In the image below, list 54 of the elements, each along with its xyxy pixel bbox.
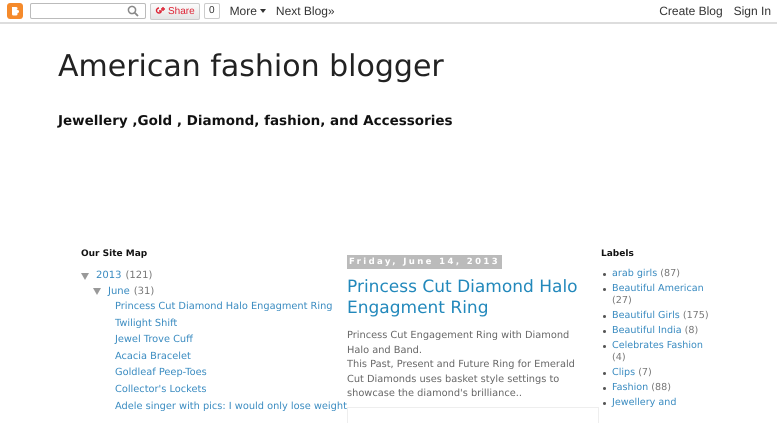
label-count: (8) (684, 325, 698, 336)
bullet-icon (603, 345, 606, 348)
post-link[interactable]: Goldleaf Peep-Toes (105, 365, 347, 382)
label-count: (7) (638, 367, 652, 378)
post-link[interactable]: Jewel Trove Cuff (105, 332, 347, 349)
label-count: (175) (682, 310, 709, 321)
search-icon[interactable] (127, 5, 139, 17)
label-count: (87) (660, 268, 680, 279)
blog-title[interactable]: American fashion blogger (58, 49, 777, 84)
post-text: Princess Cut Engagement Ring with Diamond Halo and Band. (347, 329, 570, 358)
bullet-icon (603, 402, 606, 405)
post-count: (31) (134, 286, 154, 297)
post-text: This Past, Present and Future Ring for Emerald Cut Diamonds uses basket style settings to showcase the diamond's brilliance.. (347, 358, 576, 401)
post-link[interactable]: Twilight Shift (105, 316, 347, 332)
bullet-icon (603, 273, 606, 276)
label-link[interactable]: Clips (612, 367, 636, 378)
create-blog-link[interactable]: Create Blog (659, 4, 723, 18)
label-link[interactable]: Beautiful India (612, 325, 682, 336)
post-link[interactable]: Collector's Lockets (105, 382, 347, 399)
share-button[interactable]: Share (150, 2, 200, 20)
expanded-arrow-icon[interactable] (81, 272, 89, 280)
label-link[interactable]: Beautiful Girls (612, 310, 680, 321)
next-blog-link[interactable]: Next Blog» (276, 4, 335, 18)
label-count: (27) (612, 295, 632, 306)
expanded-arrow-icon[interactable] (93, 287, 101, 296)
archive-link[interactable]: June (108, 286, 130, 297)
share-count: 0 (204, 3, 220, 19)
search-field[interactable] (30, 3, 146, 19)
bullet-icon (603, 372, 606, 375)
more-menu[interactable]: More (230, 4, 266, 18)
bullet-icon (603, 330, 606, 333)
bullet-icon (603, 315, 606, 318)
widget-title: Our Site Map (81, 249, 148, 259)
post-title[interactable]: Princess Cut Diamond Halo Engagment Ring (347, 277, 585, 319)
bullet-icon (603, 387, 606, 390)
archive-link[interactable]: 2013 (96, 270, 122, 282)
label-link[interactable]: arab girls (612, 268, 658, 279)
bullet-icon (603, 288, 606, 291)
label-link[interactable]: Beautiful American (612, 283, 704, 294)
label-link[interactable]: Jewellery and (612, 397, 676, 408)
label-link[interactable]: Celebrates Fashion (612, 340, 704, 351)
label-count: (4) (612, 352, 626, 363)
post-count: (121) (125, 270, 152, 282)
label-link[interactable]: Fashion (612, 382, 648, 393)
blogger-logo-icon[interactable] (7, 3, 23, 19)
post-link[interactable]: Princess Cut Diamond Halo Engagment Ring (105, 299, 347, 316)
date-header: Friday, June 14, 2013 (347, 255, 502, 269)
post-link[interactable]: Adele singer with pics: I would only lose weight (105, 398, 347, 416)
caret-icon (260, 9, 266, 13)
sign-in-link[interactable]: Sign In (734, 4, 771, 18)
label-count: (88) (651, 382, 671, 393)
blog-description: Jewellery ,Gold , Diamond, fashion, and Accessories (58, 113, 454, 129)
post-link[interactable]: Acacia Bracelet (105, 348, 347, 366)
widget-title: Labels (601, 249, 635, 259)
